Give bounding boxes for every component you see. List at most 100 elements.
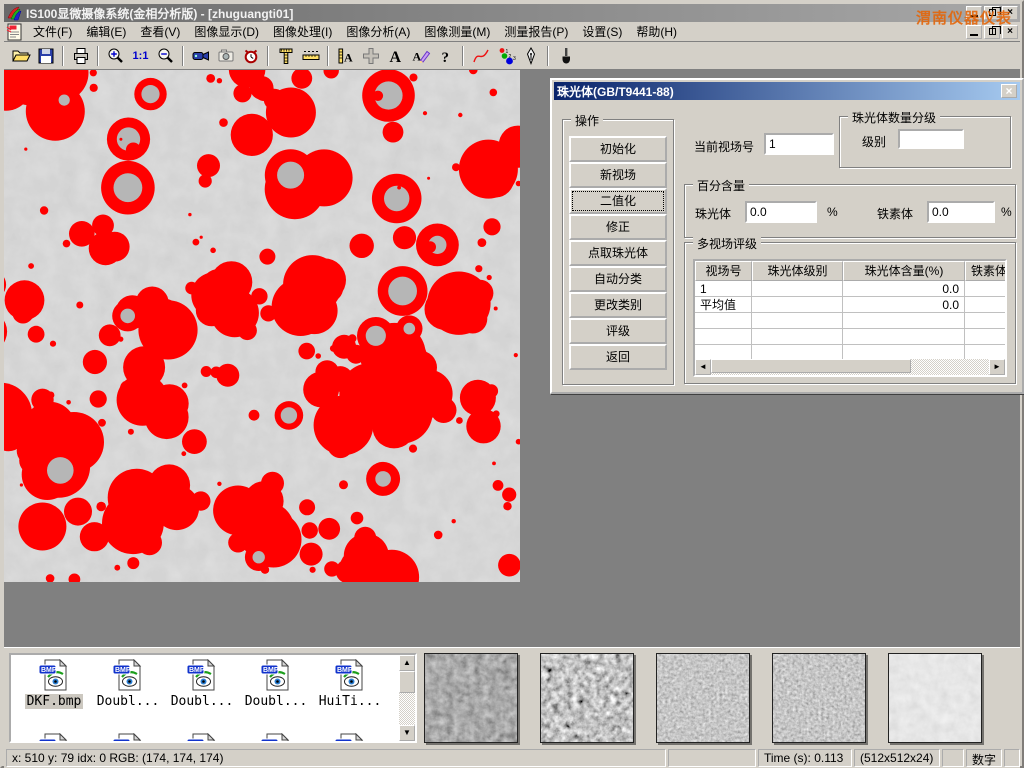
help-icon[interactable]: ? [433,44,458,68]
thumbnail-5[interactable] [888,653,982,743]
dialog-close-button[interactable]: × [1001,84,1017,98]
file-name[interactable]: Doubl... [95,694,162,709]
change-class-button[interactable]: 更改类别 [569,292,667,318]
thumbnail-4[interactable] [772,653,866,743]
measure-text-icon[interactable]: A [333,44,358,68]
file-name[interactable]: Doubl... [169,694,236,709]
menu-image-display[interactable]: 图像显示(D) [187,21,266,42]
menu-view[interactable]: 查看(V) [133,21,187,42]
scroll-down-icon[interactable]: ▼ [399,725,415,741]
col-ferrite-content[interactable]: 铁素体含量(%) [965,261,1007,281]
cell-pearlite: 0.0 [843,297,965,313]
vertical-caliper-icon[interactable] [273,44,298,68]
scroll-right-icon[interactable]: ► [989,359,1005,375]
pearlite-percent-input[interactable] [745,201,817,223]
camera-icon[interactable] [213,44,238,68]
file-item[interactable]: DKF.bmp [19,659,89,709]
menu-edit[interactable]: 编辑(E) [79,21,133,42]
open-folder-icon[interactable] [8,44,33,68]
file-list-scrollbar[interactable]: ▲ ▼ [399,655,415,741]
curve-measure-icon[interactable] [468,44,493,68]
timer-icon[interactable] [238,44,263,68]
level-label: 级别 [862,133,886,150]
current-field-input[interactable] [764,133,834,155]
cell-grade [752,281,843,297]
menu-settings[interactable]: 设置(S) [575,21,629,42]
file-item[interactable] [315,733,385,743]
scroll-up-icon[interactable]: ▲ [399,655,415,671]
pen-nib-icon[interactable] [518,44,543,68]
correct-button[interactable]: 修正 [569,214,667,240]
file-item[interactable]: Doubl... [167,659,237,709]
file-item[interactable] [167,733,237,743]
bmp-file-icon [334,659,366,691]
bmp-file-icon [334,733,366,743]
text-icon[interactable]: A [383,44,408,68]
image-size-status: (512x512x24) [854,749,940,767]
cursor-position-status: x: 510 y: 79 idx: 0 RGB: (174, 174, 174) [6,749,666,767]
file-item[interactable] [241,733,311,743]
bmp-file-icon [112,733,144,743]
file-item[interactable] [19,733,89,743]
grading-table[interactable]: 视场号 珠光体级别 珠光体含量(%) 铁素体含量(%) 1 0.0 平均值 0.… [693,259,1007,377]
menu-image-analysis[interactable]: 图像分析(A) [339,21,417,42]
menu-file[interactable]: 文件(F) [26,21,79,42]
file-name[interactable]: HuiTi... [317,694,384,709]
video-camera-icon[interactable] [188,44,213,68]
save-icon[interactable] [33,44,58,68]
menu-image-measure[interactable]: 图像测量(M) [417,21,497,42]
metallographic-image-binarized[interactable] [4,70,520,582]
cell-grade [752,297,843,313]
operations-group-label: 操作 [571,112,603,129]
bmp-file-icon [260,733,292,743]
file-item[interactable]: HuiTi... [315,659,385,709]
menu-help[interactable]: 帮助(H) [629,21,684,42]
scroll-thumb[interactable] [399,671,415,693]
svg-text:?: ? [441,50,449,66]
bmp-file-icon [186,733,218,743]
table-row[interactable]: 1 0.0 [695,281,1005,297]
new-field-button[interactable]: 新视场 [569,162,667,188]
scroll-left-icon[interactable]: ◄ [695,359,711,375]
file-item[interactable]: Doubl... [241,659,311,709]
menu-image-process[interactable]: 图像处理(I) [266,21,339,42]
grade-button[interactable]: 评级 [569,318,667,344]
brush-icon[interactable] [553,44,578,68]
menu-measure-report[interactable]: 测量报告(P) [497,21,575,42]
col-pearlite-content[interactable]: 珠光体含量(%) [843,261,965,281]
binarize-button[interactable]: 二值化 [569,188,667,214]
title-bar: IS100显微摄像系统(金相分析版) - [zhuguangti01] × [4,4,1020,22]
file-item[interactable]: Doubl... [93,659,163,709]
return-button[interactable]: 返回 [569,344,667,370]
file-browser[interactable]: DKF.bmp Doubl... Doubl... Doubl... HuiTi… [9,653,417,743]
init-button[interactable]: 初始化 [569,136,667,162]
file-item[interactable] [93,733,163,743]
table-empty-row [695,313,1005,329]
col-field[interactable]: 视场号 [695,261,752,281]
file-name[interactable]: Doubl... [243,694,310,709]
color-points-icon[interactable]: 123 [493,44,518,68]
level-input[interactable] [898,129,964,149]
thumbnail-3[interactable] [656,653,750,743]
quantity-grading-label: 珠光体数量分级 [848,109,940,126]
annotate-icon[interactable]: A [408,44,433,68]
zoom-out-icon[interactable] [153,44,178,68]
zoom-in-icon[interactable] [103,44,128,68]
table-horizontal-scrollbar[interactable]: ◄ ► [695,359,1005,375]
thumbnail-1[interactable] [424,653,518,743]
pick-pearlite-button[interactable]: 点取珠光体 [569,240,667,266]
col-pearlite-grade[interactable]: 珠光体级别 [752,261,843,281]
auto-classify-button[interactable]: 自动分类 [569,266,667,292]
file-name[interactable]: DKF.bmp [25,694,84,709]
window-title: IS100显微摄像系统(金相分析版) - [zhuguangti01] [26,5,293,22]
status-bar: x: 510 y: 79 idx: 0 RGB: (174, 174, 174)… [4,747,1020,768]
print-icon[interactable] [68,44,93,68]
document-icon[interactable] [6,23,24,41]
move-cross-icon[interactable] [358,44,383,68]
thumbnail-2[interactable] [540,653,634,743]
actual-size-button[interactable]: 1:1 [128,44,153,68]
ferrite-percent-input[interactable] [927,201,995,223]
horizontal-ruler-icon[interactable] [298,44,323,68]
table-row[interactable]: 平均值 0.0 [695,297,1005,313]
dialog-title-bar[interactable]: 珠光体(GB/T9441-88) × [554,82,1020,100]
